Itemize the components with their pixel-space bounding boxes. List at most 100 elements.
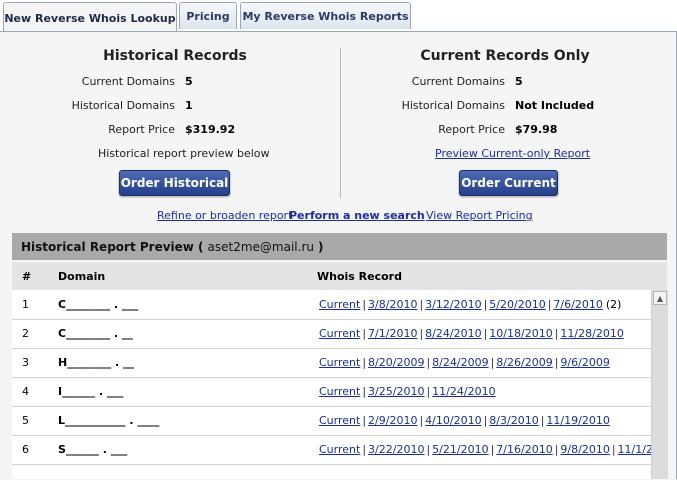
record-separator: | [554,327,559,340]
row-whois-records: Current | 2/9/2010 | 4/10/2010 | 8/3/2010 | 11/1… [319,414,610,427]
record-separator: | [419,298,424,311]
report-preview-close: ) [318,239,324,254]
row-number: 3 [22,356,29,369]
current-record-link[interactable]: Current [319,327,360,340]
historical-record-link[interactable]: 11/24/2010 [432,385,495,398]
record-separator: | [419,414,424,427]
historical-record-link[interactable]: 8/20/2009 [368,356,424,369]
new-search-link[interactable]: Perform a new search [289,209,425,222]
row-domain: H________ . __ [58,356,135,369]
historical-record-link[interactable]: 5/21/2010 [432,443,488,456]
record-separator: | [362,443,367,456]
row-whois-records: Current | 7/1/2010 | 8/24/2010 | 10/18/2010 | 11… [319,327,624,340]
scroll-up-arrow-icon[interactable]: ▲ [653,291,667,305]
current-record-link[interactable]: Current [319,298,360,311]
row-number: 6 [22,443,29,456]
current-record-link[interactable]: Current [319,385,360,398]
historical-domains-label: Historical Domains [401,99,505,112]
historical-record-link[interactable]: 11/1/2010 [618,443,651,456]
current-domains-value: 5 [185,75,193,88]
record-separator: | [490,443,495,456]
report-table: 1 C________ . ___ Current | 3/8/2010 | 3/12/20… [12,290,651,479]
record-separator: | [362,327,367,340]
historical-domains-value: 1 [185,99,193,112]
row-domain: I______ . ___ [58,385,124,398]
column-header-number: # [22,270,32,283]
record-separator: | [483,298,488,311]
historical-record-link[interactable]: 11/19/2010 [546,414,609,427]
historical-preview-note: Historical report preview below [98,147,270,160]
record-separator: | [483,414,488,427]
record-separator: | [547,298,552,311]
historical-record-link[interactable]: 8/24/2009 [432,356,488,369]
historical-record-link[interactable]: 8/26/2009 [496,356,552,369]
tab-new-reverse-whois-lookup[interactable]: New Reverse Whois Lookup [3,2,177,33]
historical-record-link[interactable]: 3/8/2010 [368,298,417,311]
record-separator: | [362,298,367,311]
historical-record-link[interactable]: 7/1/2010 [368,327,417,340]
historical-record-link[interactable]: 2/9/2010 [368,414,417,427]
current-current-domains-row: Current Domains [340,75,505,89]
record-separator: | [419,327,424,340]
historical-record-link[interactable]: 3/12/2010 [425,298,481,311]
historical-domains-label: Historical Domains [71,99,175,112]
row-number: 1 [22,298,29,311]
historical-record-link[interactable]: 4/10/2010 [425,414,481,427]
order-historical-button[interactable]: Order Historical [119,170,230,196]
historical-record-link[interactable]: 7/16/2010 [496,443,552,456]
record-separator: | [362,414,367,427]
historical-record-link[interactable]: 10/18/2010 [489,327,552,340]
record-separator: | [540,414,545,427]
row-whois-records: Current | 3/8/2010 | 3/12/2010 | 5/20/2010 | 7/6… [319,298,621,311]
record-separator: | [611,443,616,456]
table-row: 5 L___________ . ____ Current | 2/9/2010 | 4/1… [12,406,651,436]
row-domain: S______ . ___ [58,443,128,456]
current-record-link[interactable]: Current [319,414,360,427]
historical-record-link[interactable]: 8/24/2010 [425,327,481,340]
historical-current-domains-row: Current Domains [10,75,175,89]
row-number: 2 [22,327,29,340]
historical-record-link[interactable]: 9/8/2010 [560,443,609,456]
historical-record-link[interactable]: 11/28/2010 [560,327,623,340]
current-record-link[interactable]: Current [319,443,360,456]
report-preview-title: Historical Report Preview ( [21,239,204,254]
historical-record-link[interactable]: 3/22/2010 [368,443,424,456]
tab-pricing[interactable]: Pricing [179,2,237,29]
record-separator: | [426,443,431,456]
view-report-pricing-link[interactable]: View Report Pricing [426,209,533,222]
table-row: 1 C________ . ___ Current | 3/8/2010 | 3/12/20… [12,290,651,320]
record-separator: | [554,443,559,456]
row-domain: C________ . __ [58,327,133,340]
record-separator: | [362,385,367,398]
historical-record-link[interactable]: 5/20/2010 [489,298,545,311]
report-price-label: Report Price [438,123,505,136]
tab-bar: New Reverse Whois Lookup Pricing My Reve… [0,0,677,33]
record-separator: | [426,356,431,369]
historical-record-link[interactable]: 8/3/2010 [489,414,538,427]
historical-record-link[interactable]: 3/25/2010 [368,385,424,398]
order-current-button[interactable]: Order Current [459,170,558,196]
row-number: 4 [22,385,29,398]
current-record-link[interactable]: Current [319,356,360,369]
refine-report-link[interactable]: Refine or broaden report [157,209,292,222]
historical-record-link[interactable]: 7/6/2010 [553,298,602,311]
preview-current-only-link[interactable]: Preview Current-only Report [435,147,590,160]
tab-my-reverse-whois-reports[interactable]: My Reverse Whois Reports [240,2,411,29]
historical-historical-domains-row: Historical Domains [10,99,175,113]
row-whois-records: Current | 3/25/2010 | 11/24/2010 [319,385,496,398]
historical-records-title: Historical Records [103,48,247,64]
row-domain: C________ . ___ [58,298,139,311]
table-row: 6 S______ . ___ Current | 3/22/2010 | 5/21/201… [12,435,651,465]
current-records-title: Current Records Only [420,48,590,64]
table-row: 4 I______ . ___ Current | 3/25/2010 | 11/24/20… [12,377,651,407]
current-report-price-row: Report Price [340,123,505,137]
report-preview-email: aset2me@mail.ru [207,239,314,254]
historical-report-price-row: Report Price [10,123,175,137]
table-row: 2 C________ . __ Current | 7/1/2010 | 8/24/201… [12,319,651,349]
report-preview-header: Historical Report Preview ( aset2me@mail… [12,233,667,260]
table-row: 3 H________ . __ Current | 8/20/2009 | 8/24/20… [12,348,651,378]
current-historical-domains-row: Historical Domains [340,99,505,113]
record-separator: | [490,356,495,369]
historical-record-link[interactable]: 9/6/2009 [560,356,609,369]
table-scrollbar[interactable]: ▲ [651,290,668,479]
